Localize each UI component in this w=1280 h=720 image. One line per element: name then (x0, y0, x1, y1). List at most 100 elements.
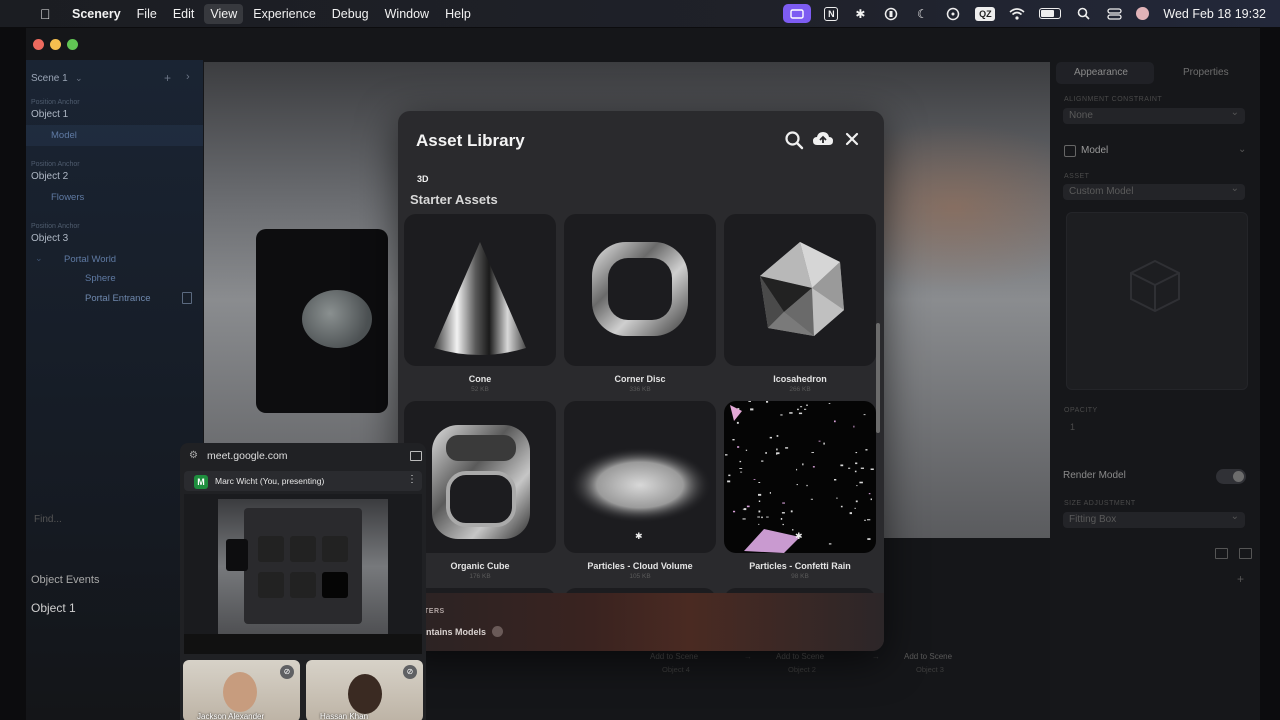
chevron-down-icon[interactable]: ⌄ (1238, 144, 1246, 155)
timeline-item-3[interactable]: Add to Scene (904, 652, 952, 661)
alignment-constraint-select[interactable]: None (1063, 105, 1245, 124)
asset-name-corner-disc: Corner Disc (614, 374, 666, 384)
close-icon[interactable] (842, 129, 862, 149)
bluetooth-icon[interactable]: ✱ (851, 6, 869, 22)
chevron-right-icon[interactable]: › (186, 71, 190, 83)
panel-split-icon[interactable] (1239, 548, 1252, 559)
mic-off-icon: ⊘ (280, 665, 294, 679)
object-events-object[interactable]: Object 1 (31, 601, 76, 615)
minimize-window-button[interactable] (50, 39, 61, 50)
wifi-icon[interactable] (1008, 6, 1026, 22)
tab-properties[interactable]: Properties (1183, 67, 1229, 78)
sidebar-item-flowers[interactable]: Flowers (51, 192, 84, 203)
menu-file[interactable]: File (137, 7, 157, 21)
tab-3d[interactable]: 3D (417, 174, 429, 184)
asset-name-organic-cube: Organic Cube (450, 561, 510, 571)
notion-icon[interactable]: N (824, 6, 839, 21)
sidebar-item-object-3[interactable]: Object 3 (31, 233, 68, 244)
menu-experience[interactable]: Experience (253, 7, 316, 21)
confetti-speck (758, 482, 761, 483)
sidebar-search-input[interactable]: Find... (34, 514, 62, 525)
screen-record-icon[interactable] (783, 4, 812, 23)
menu-help[interactable]: Help (445, 7, 471, 21)
user-avatar-icon[interactable] (1136, 7, 1150, 20)
filter-contains-models[interactable]: ntains Models (426, 627, 486, 637)
asset-card-corner-disc[interactable] (564, 214, 716, 366)
participant-video (223, 672, 257, 712)
participant-tiles: Jackson Alexander ⊘ Hassan Khan ⊘ (180, 658, 426, 720)
sidebar-item-object-2[interactable]: Object 2 (31, 171, 68, 182)
filter-remove-icon[interactable] (492, 626, 503, 637)
tab-appearance[interactable]: Appearance (1074, 67, 1128, 78)
menu-clock[interactable]: Wed Feb 18 19:32 (1163, 7, 1266, 21)
size-adjustment-select[interactable]: Fitting Box (1063, 509, 1245, 528)
sidebar-item-portal-world[interactable]: Portal World (64, 254, 116, 265)
close-window-button[interactable] (33, 39, 44, 50)
asset-library-title: Asset Library (416, 131, 525, 150)
gauge-icon[interactable] (944, 6, 962, 22)
tune-icon[interactable]: ⚙ (189, 450, 198, 461)
object-3-anchor-label: Position Anchor (31, 223, 80, 230)
cloud-upload-icon[interactable] (812, 130, 834, 150)
confetti-speck (758, 500, 761, 502)
search-icon[interactable] (784, 130, 804, 150)
chevron-down-icon[interactable]: ⌄ (75, 73, 83, 84)
confetti-speck (870, 468, 874, 470)
participant-tile-1[interactable]: Jackson Alexander ⊘ (183, 660, 300, 720)
participant-name: Hassan Khan (320, 712, 369, 720)
visibility-icon[interactable] (182, 292, 192, 304)
participant-tile-2[interactable]: Hassan Khan ⊘ (306, 660, 423, 720)
menu-app-name[interactable]: Scenery (72, 7, 121, 21)
mic-off-icon: ⊘ (403, 665, 417, 679)
asset-scrollbar[interactable] (876, 323, 880, 433)
panel-layout-icon[interactable] (1215, 548, 1228, 559)
sidebar-item-portal-entrance[interactable]: Portal Entrance (85, 293, 150, 304)
apple-icon[interactable]:  (40, 6, 56, 22)
sidebar-item-model[interactable]: Model (51, 130, 77, 141)
model-preview[interactable] (1066, 212, 1248, 390)
arrow-right-icon: → (872, 652, 880, 661)
asset-card-cone[interactable] (404, 214, 556, 366)
confetti-speck (834, 420, 836, 423)
asset-name-cloud-volume: Particles - Cloud Volume (587, 561, 693, 571)
model-section-title: Model (1081, 145, 1109, 156)
add-object-icon[interactable]: + (164, 71, 171, 85)
sidebar-item-object-1[interactable]: Object 1 (31, 109, 68, 120)
asset-card-confetti-rain[interactable]: ✱ (724, 401, 876, 553)
menu-edit[interactable]: Edit (173, 7, 195, 21)
confetti-speck (855, 500, 858, 503)
asset-select[interactable]: Custom Model (1063, 181, 1245, 200)
moon-icon[interactable]: ☾ (913, 6, 931, 22)
sidebar-item-sphere[interactable]: Sphere (85, 273, 116, 284)
confetti-speck (742, 518, 746, 520)
control-center-icon[interactable] (1105, 6, 1123, 22)
focus-icon[interactable] (882, 6, 900, 22)
qz-icon[interactable]: QZ (975, 6, 996, 21)
confetti-speck (781, 512, 785, 514)
shared-card (322, 572, 348, 598)
camera-icon[interactable] (410, 451, 422, 461)
scene-selector[interactable]: Scene 1 (31, 73, 68, 84)
cube-placeholder-icon (1130, 259, 1180, 313)
add-event-icon[interactable]: + (1237, 572, 1244, 586)
menu-window[interactable]: Window (385, 7, 429, 21)
render-model-toggle[interactable] (1216, 469, 1246, 484)
zoom-window-button[interactable] (67, 39, 78, 50)
confetti-speck (776, 452, 780, 455)
confetti-speck (840, 464, 844, 467)
disclosure-chevron-icon[interactable]: ⌄ (35, 253, 43, 264)
battery-icon[interactable] (1039, 8, 1062, 19)
menu-view[interactable]: View (204, 3, 244, 24)
search-icon[interactable] (1074, 6, 1092, 22)
confetti-speck (796, 468, 798, 471)
opacity-value[interactable]: 1 (1070, 422, 1075, 432)
asset-card-cloud-volume[interactable]: ✱ (564, 401, 716, 553)
timeline-item-1[interactable]: Add to Scene (650, 652, 698, 661)
asset-card-icosahedron[interactable] (724, 214, 876, 366)
participant-video (348, 674, 382, 714)
more-options-icon[interactable]: ⋮ (407, 474, 417, 485)
sphere-model[interactable] (302, 290, 372, 348)
asset-card-organic-cube[interactable] (404, 401, 556, 553)
menu-debug[interactable]: Debug (332, 7, 369, 21)
timeline-item-2[interactable]: Add to Scene (776, 652, 824, 661)
